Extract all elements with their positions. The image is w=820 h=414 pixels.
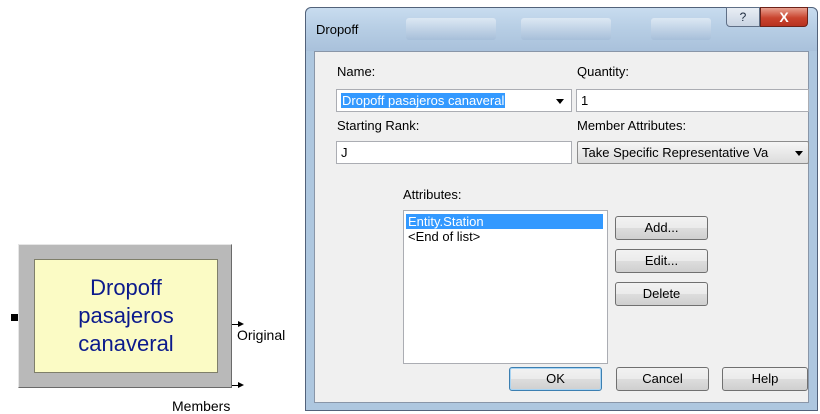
- member-attributes-value: Take Specific Representative Va: [582, 145, 769, 160]
- members-exit-arrow-icon[interactable]: [238, 382, 244, 388]
- original-port-label: Original: [237, 327, 286, 343]
- help-button[interactable]: Help: [722, 367, 808, 391]
- close-icon[interactable]: X: [760, 7, 808, 27]
- dialog-titlebar[interactable]: Dropoff ? X: [306, 7, 817, 51]
- dialog-title: Dropoff: [316, 22, 359, 37]
- quantity-input[interactable]: 1: [576, 89, 809, 112]
- member-attributes-label: Member Attributes:: [577, 118, 687, 133]
- quantity-label: Quantity:: [577, 64, 630, 79]
- dropoff-dialog: Dropoff ? X Name: Dropoff pasajeros cana…: [305, 7, 818, 411]
- members-port-label: Members: [172, 398, 231, 414]
- member-attributes-dropdown[interactable]: Take Specific Representative Va: [577, 141, 809, 164]
- cancel-button[interactable]: Cancel: [616, 367, 709, 391]
- module-label: Dropoff pasajeros canaveral: [78, 275, 174, 356]
- list-item[interactable]: <End of list>: [406, 229, 480, 244]
- titlebar-glass-decor: [406, 18, 496, 40]
- dropoff-module-body[interactable]: Dropoff pasajeros canaveral: [34, 259, 218, 373]
- attributes-label: Attributes:: [403, 187, 462, 202]
- help-question-icon[interactable]: ?: [726, 7, 760, 27]
- name-combobox[interactable]: Dropoff pasajeros canaveral: [336, 89, 572, 112]
- attributes-listbox[interactable]: Entity.Station <End of list>: [403, 210, 608, 364]
- ok-button[interactable]: OK: [509, 367, 602, 391]
- titlebar-glass-decor: [521, 18, 611, 40]
- dropoff-module[interactable]: Dropoff pasajeros canaveral: [18, 244, 232, 388]
- name-label: Name:: [337, 64, 376, 79]
- list-item[interactable]: Entity.Station: [406, 214, 603, 229]
- starting-rank-label: Starting Rank:: [337, 118, 420, 133]
- chevron-down-icon[interactable]: [556, 99, 564, 104]
- dialog-content: Name: Dropoff pasajeros canaveral Quanti…: [314, 51, 809, 403]
- entry-point-connector[interactable]: [11, 314, 18, 321]
- delete-button[interactable]: Delete: [615, 282, 708, 306]
- starting-rank-input[interactable]: J: [336, 141, 572, 164]
- add-button[interactable]: Add...: [615, 216, 708, 240]
- titlebar-glass-decor: [651, 18, 711, 40]
- chevron-down-icon[interactable]: [795, 151, 803, 156]
- edit-button[interactable]: Edit...: [615, 249, 708, 273]
- name-value: Dropoff pasajeros canaveral: [341, 93, 506, 108]
